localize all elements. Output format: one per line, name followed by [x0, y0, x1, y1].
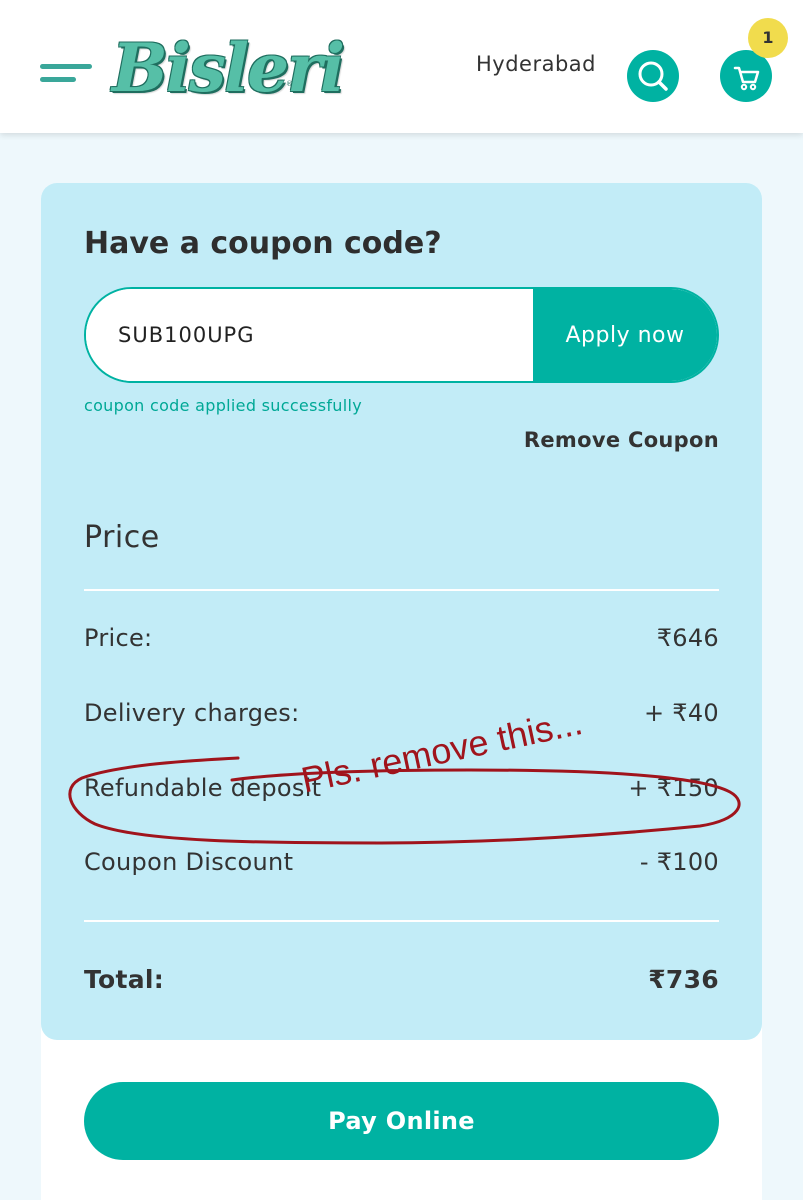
cart-count-badge: 1	[748, 18, 788, 58]
coupon-heading: Have a coupon code?	[84, 226, 442, 261]
delivery-charges-label: Delivery charges:	[84, 699, 300, 727]
coupon-discount-label: Coupon Discount	[84, 848, 294, 876]
registered-mark: ®	[286, 80, 293, 88]
search-button[interactable]	[627, 50, 679, 102]
price-label: Price:	[84, 624, 153, 652]
coupon-input-group: Apply now	[84, 287, 719, 383]
refundable-deposit-label: Refundable deposit	[84, 774, 322, 802]
price-heading: Price	[84, 520, 160, 555]
coupon-discount-value: - ₹100	[639, 848, 719, 876]
coupon-code-input[interactable]	[86, 289, 536, 381]
top-header: Bisleri ® Hyderabad 1	[0, 0, 803, 133]
bisleri-logo[interactable]: Bisleri	[112, 28, 345, 108]
apply-now-button[interactable]: Apply now	[533, 289, 717, 381]
coupon-success-message: coupon code applied successfully	[84, 396, 362, 415]
price-divider-top	[84, 589, 719, 591]
total-value: ₹736	[648, 965, 719, 994]
price-divider-bottom	[84, 920, 719, 922]
hamburger-menu-icon[interactable]	[40, 62, 94, 86]
delivery-charges-value: + ₹40	[643, 699, 719, 727]
search-icon	[638, 61, 668, 91]
price-value: ₹646	[656, 624, 719, 652]
location-city[interactable]: Hyderabad	[476, 52, 596, 76]
total-label: Total:	[84, 965, 165, 994]
pay-online-button[interactable]: Pay Online	[84, 1082, 719, 1160]
remove-coupon-link[interactable]: Remove Coupon	[524, 428, 719, 452]
refundable-deposit-value: + ₹150	[628, 774, 719, 802]
